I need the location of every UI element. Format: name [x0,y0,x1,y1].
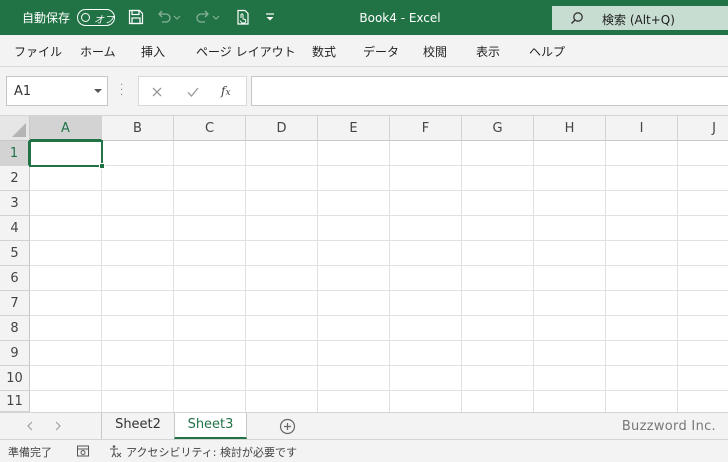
tab-view[interactable]: 表示 [476,43,500,60]
search-placeholder: 検索 (Alt+Q) [602,13,675,27]
row-header-3[interactable]: 3 [0,191,30,216]
search-box[interactable]: 検索 (Alt+Q) [552,6,728,30]
title-bar: 自動保存 オフ Book4 - Excel 検索 (Alt+Q) [0,0,728,35]
tab-help[interactable]: ヘルプ [529,43,565,60]
row-header-5[interactable]: 5 [0,241,30,266]
gridline [605,141,606,412]
tab-home[interactable]: ホーム [80,43,116,60]
gridline [30,290,728,291]
scroll-right-icon[interactable] [53,420,63,432]
macro-record-icon[interactable] [76,444,90,458]
row-header-2[interactable]: 2 [0,166,30,191]
gridline [30,215,728,216]
gridline [30,265,728,266]
undo-dropdown-icon[interactable] [173,8,181,26]
gridline [533,141,534,412]
select-all-triangle-icon [12,123,26,137]
column-header-j-label: J [712,121,716,136]
tab-page-layout[interactable]: ページ レイアウト [196,43,296,60]
gridline [245,141,246,412]
tab-review[interactable]: 校閲 [423,43,447,60]
sheet-tab-sheet2[interactable]: Sheet2 [101,413,174,439]
name-box-value: A1 [14,84,32,99]
undo-icon[interactable] [155,8,173,26]
autosave-state: オフ [94,15,114,26]
customize-qat-icon[interactable] [264,8,276,26]
accessibility-status[interactable]: アクセシビリティ: 検討が必要です [126,444,297,460]
gridline [30,190,728,191]
gridline [389,141,390,412]
status-bar: 準備完了 アクセシビリティ: 検討が必要です [0,439,728,462]
column-header-b[interactable]: B [102,116,174,141]
autosave-label: 自動保存 [22,11,71,25]
column-header-d[interactable]: D [246,116,318,141]
gridline [461,141,462,412]
row-header-8[interactable]: 8 [0,316,30,341]
search-icon [570,11,584,25]
toggle-knob [81,13,90,22]
column-header-c[interactable]: C [174,116,246,141]
tab-formulas[interactable]: 数式 [312,43,336,60]
row-header-9[interactable]: 9 [0,341,30,366]
formula-buttons: fx [138,76,247,106]
gridline [30,315,728,316]
gridline [101,141,102,412]
window-title: Book4 - Excel [359,11,441,25]
gridline [30,240,728,241]
enter-icon[interactable] [185,84,201,100]
column-header-h[interactable]: H [534,116,606,141]
resize-handle-icon[interactable]: · · · [120,81,124,101]
gridline [30,340,728,341]
sheet-tab-sheet3[interactable]: Sheet3 [174,413,247,439]
row-header-11[interactable]: 11 [0,391,30,412]
redo-dropdown-icon[interactable] [212,8,220,26]
tab-insert[interactable]: 挿入 [141,43,165,60]
column-header-a[interactable]: A [30,116,102,141]
redo-icon[interactable] [194,8,212,26]
gridline [317,141,318,412]
status-ready: 準備完了 [8,446,52,459]
gridline [30,390,728,391]
gridline [173,141,174,412]
touch-mode-icon[interactable] [234,8,252,26]
chevron-down-icon[interactable] [94,89,102,93]
tab-file[interactable]: ファイル [14,43,62,60]
formula-bar: A1 · · · fx [0,67,728,116]
select-all-button[interactable] [0,116,30,141]
scroll-left-icon[interactable] [25,420,35,432]
gridline [30,165,728,166]
accessibility-icon[interactable] [108,444,122,458]
column-header-f[interactable]: F [390,116,462,141]
row-header-10[interactable]: 10 [0,366,30,391]
save-icon[interactable] [127,8,145,26]
row-header-6[interactable]: 6 [0,266,30,291]
fill-handle[interactable] [99,163,105,169]
row-header-4[interactable]: 4 [0,216,30,241]
row-header-1[interactable]: 1 [0,141,30,166]
insert-function-icon[interactable]: fx [221,84,237,100]
formula-input[interactable] [251,76,728,106]
worksheet-grid[interactable]: A B C D E F G H I J 1 2 3 4 5 6 7 8 9 10… [0,116,728,412]
column-header-i[interactable]: I [606,116,678,141]
ribbon-tabs: ファイル ホーム 挿入 ページ レイアウト 数式 データ 校閲 表示 ヘルプ [0,35,728,67]
autosave-toggle[interactable]: オフ [77,9,115,26]
column-header-j[interactable]: J [678,116,728,141]
cancel-icon[interactable] [149,84,165,100]
add-sheet-icon[interactable] [279,418,296,435]
column-header-g[interactable]: G [462,116,534,141]
watermark-text: Buzzword Inc. [621,419,716,434]
row-header-7[interactable]: 7 [0,291,30,316]
column-header-e[interactable]: E [318,116,390,141]
sheet-tab-bar: Sheet2 Sheet3 Buzzword Inc. [0,412,728,439]
name-box[interactable]: A1 [6,76,108,106]
tab-data[interactable]: データ [363,43,399,60]
active-cell-a1[interactable] [29,140,105,169]
gridline [30,365,728,366]
gridline [677,141,678,412]
